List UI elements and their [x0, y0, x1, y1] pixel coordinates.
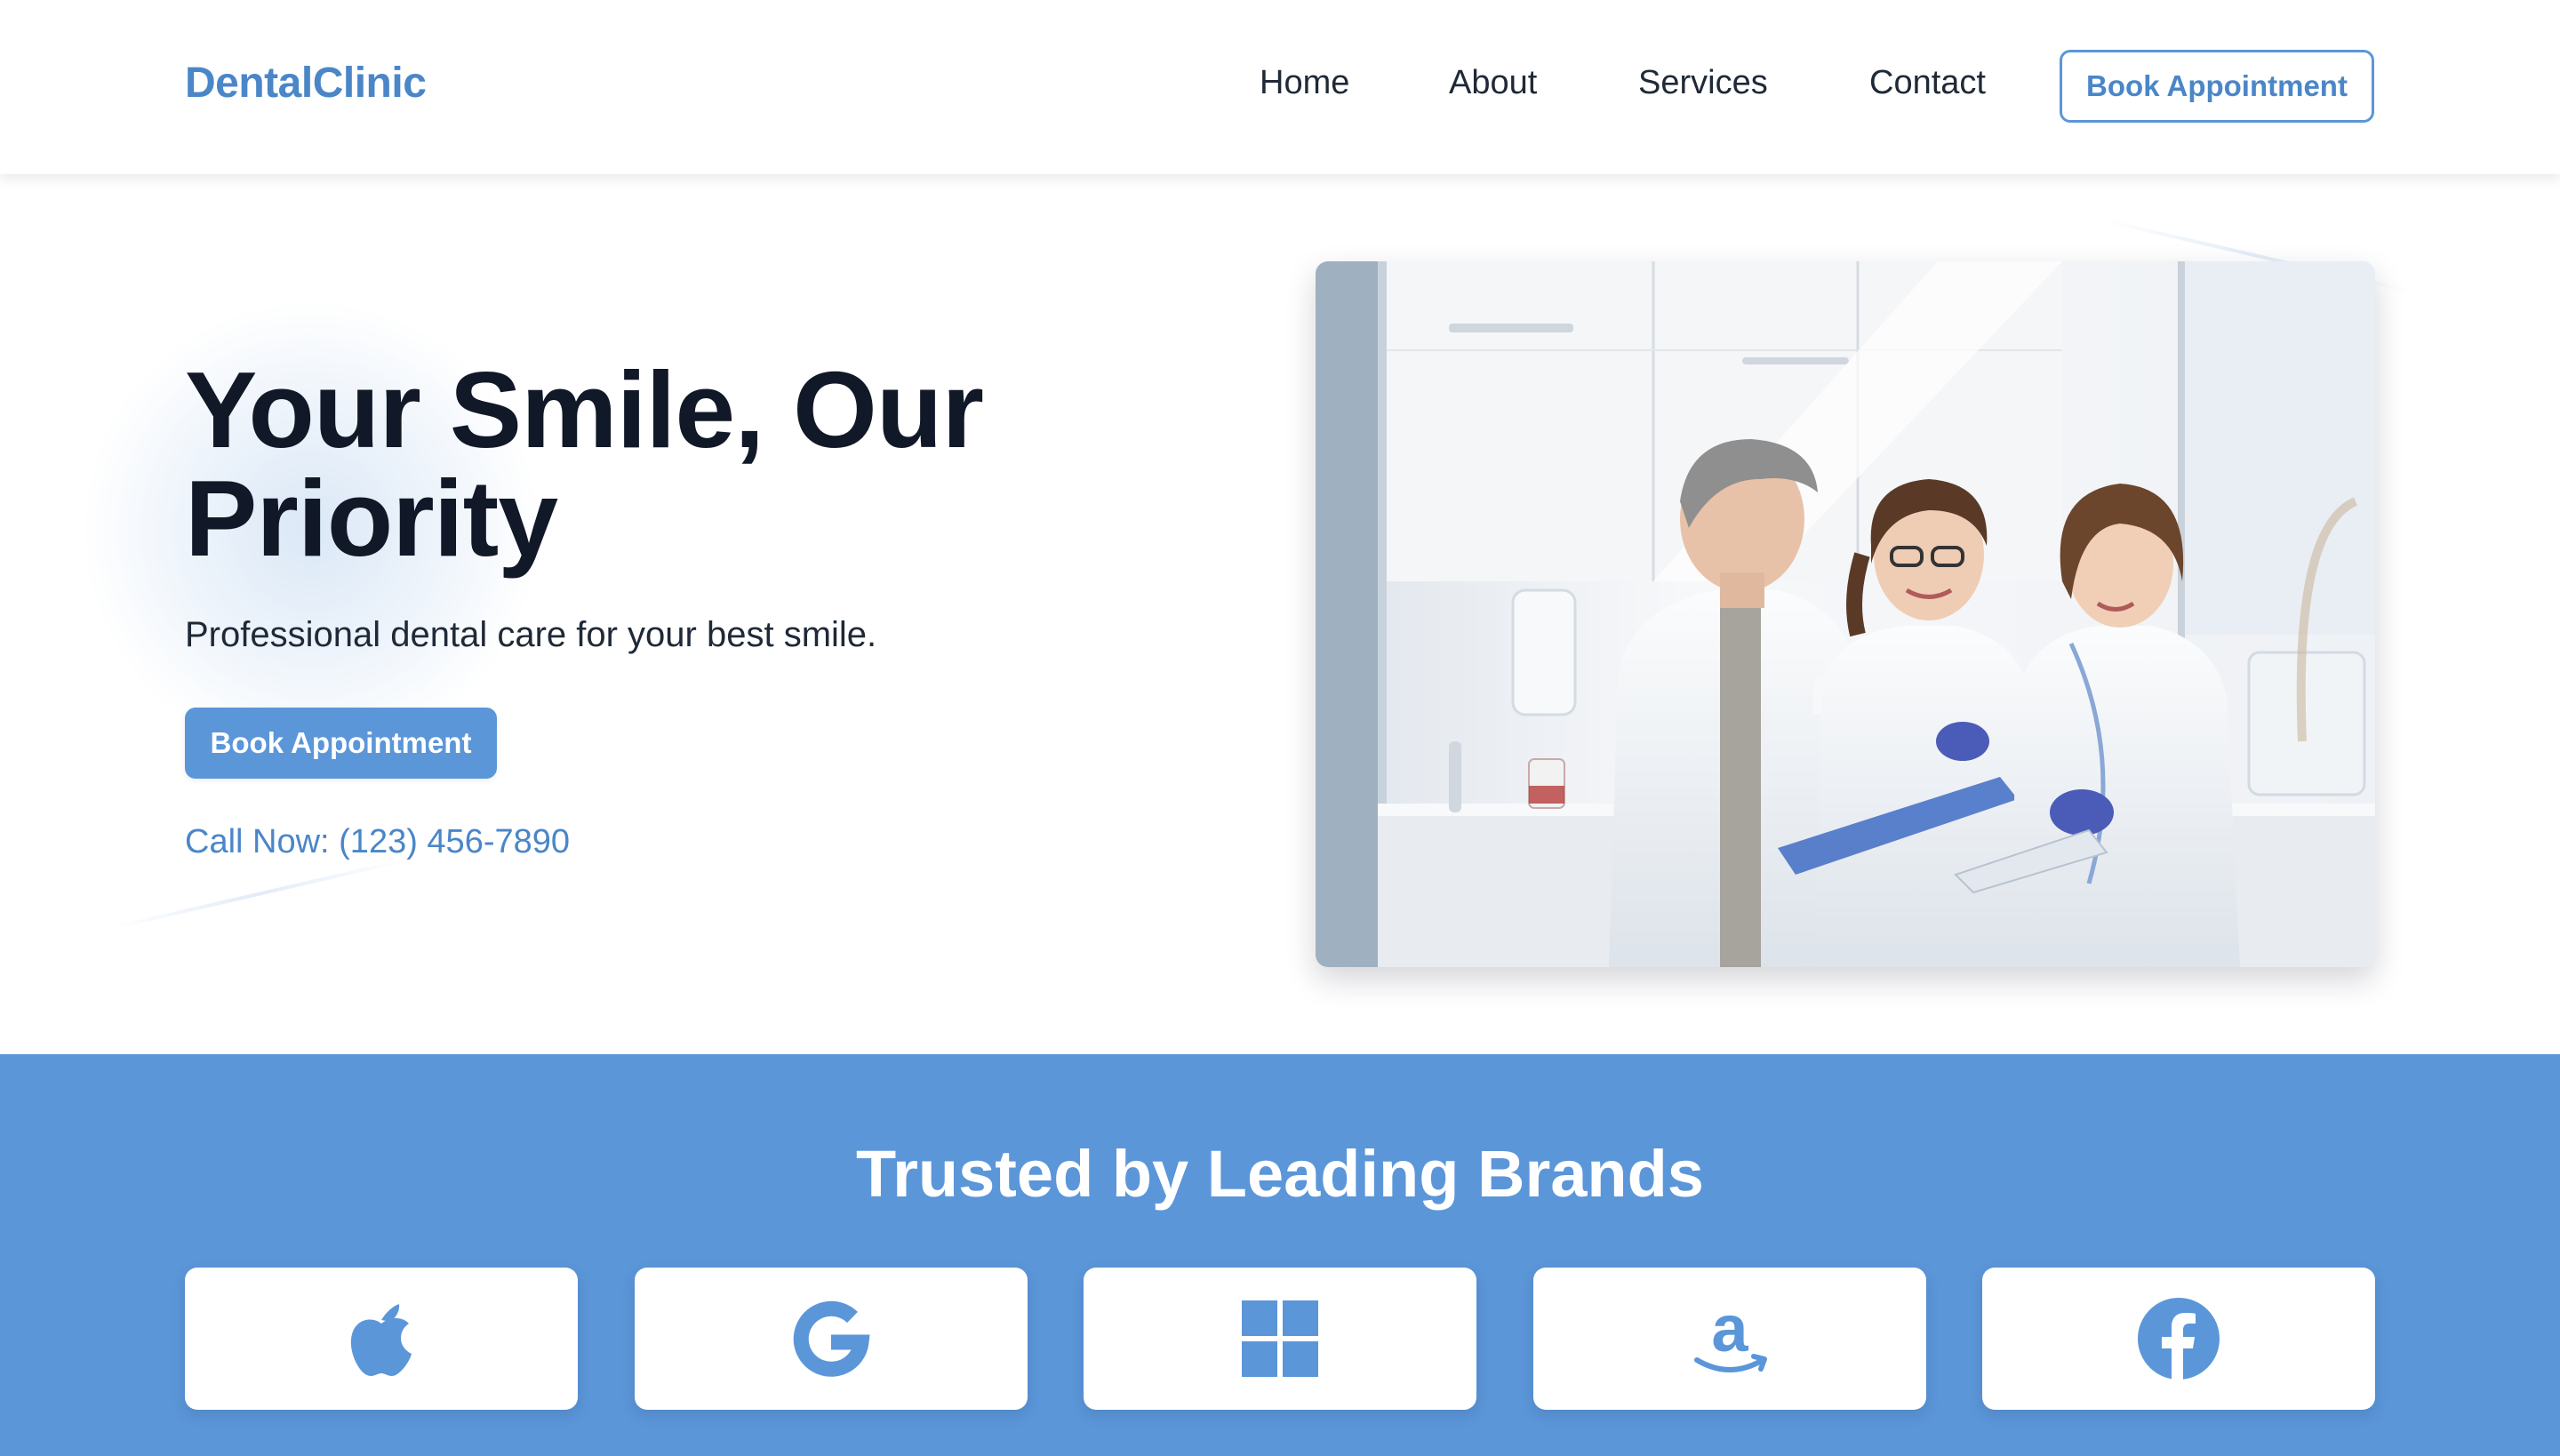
nav-home-link[interactable]: Home: [1260, 64, 1349, 102]
header-book-appointment-button[interactable]: Book Appointment: [2060, 50, 2374, 123]
brand-card-facebook: [1982, 1268, 2375, 1410]
facebook-icon: [2138, 1298, 2220, 1380]
site-header: DentalClinic Home About Services Contact…: [0, 0, 2560, 174]
nav-about-link[interactable]: About: [1449, 64, 1537, 102]
hero-section: Your Smile, Our Priority Professional de…: [0, 174, 2560, 1054]
google-icon: [793, 1300, 870, 1377]
brand-card-google: [635, 1268, 1028, 1410]
brand-card-apple: [185, 1268, 578, 1410]
amazon-icon: a: [1694, 1296, 1767, 1372]
hero-book-appointment-button[interactable]: Book Appointment: [185, 708, 497, 779]
light-streak-decoration: [109, 858, 406, 931]
nav-contact-link[interactable]: Contact: [1869, 64, 1986, 102]
call-now-link[interactable]: Call Now: (123) 456-7890: [185, 823, 570, 861]
trusted-brands-section: Trusted by Leading Brands a: [0, 1054, 2560, 1456]
hero-subtitle: Professional dental care for your best s…: [185, 615, 877, 654]
nav-services-link[interactable]: Services: [1638, 64, 1768, 102]
svg-text:a: a: [1711, 1296, 1748, 1365]
brands-title: Trusted by Leading Brands: [856, 1137, 1704, 1211]
windows-icon: [1242, 1300, 1318, 1377]
hero-photo: [1316, 261, 2375, 967]
hero-title: Your Smile, Our Priority: [185, 349, 984, 579]
dentists-illustration: [1316, 261, 2375, 967]
brand-card-amazon: a: [1533, 1268, 1926, 1410]
logo[interactable]: DentalClinic: [185, 59, 427, 108]
brand-card-windows: [1084, 1268, 1476, 1410]
apple-icon: [350, 1304, 412, 1376]
